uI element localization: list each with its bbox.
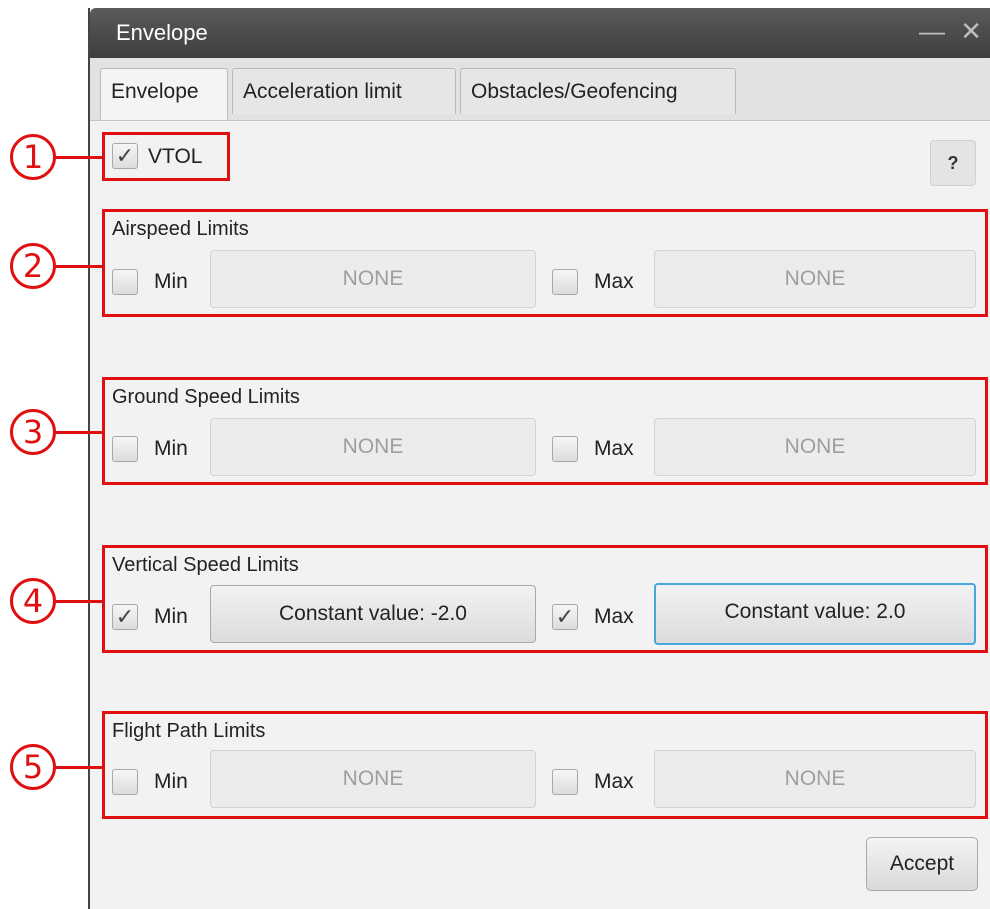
- accept-button[interactable]: Accept: [866, 837, 978, 891]
- annotation-box-airspeed: [102, 209, 988, 317]
- callout-leader: [56, 600, 102, 603]
- title-bar[interactable]: Envelope — ✕: [90, 8, 990, 58]
- annotation-box-vertical-speed: [102, 545, 988, 653]
- callout-leader: [56, 265, 102, 268]
- callout-5: 5: [10, 744, 56, 790]
- tab-envelope[interactable]: Envelope: [100, 68, 228, 120]
- help-button[interactable]: ?: [930, 140, 976, 186]
- callout-1: 1: [10, 134, 56, 180]
- callout-leader: [56, 766, 102, 769]
- annotation-box-flight-path: [102, 711, 988, 819]
- tab-obstacles-geofencing[interactable]: Obstacles/Geofencing: [460, 68, 736, 114]
- tab-acceleration-limit[interactable]: Acceleration limit: [232, 68, 456, 114]
- close-icon[interactable]: ✕: [960, 16, 986, 46]
- callout-4: 4: [10, 578, 56, 624]
- annotation-box-ground-speed: [102, 377, 988, 485]
- callout-2: 2: [10, 243, 56, 289]
- callout-3: 3: [10, 409, 56, 455]
- minimize-icon[interactable]: —: [919, 16, 949, 46]
- callout-leader: [56, 431, 102, 434]
- window-title: Envelope: [116, 20, 208, 45]
- annotation-box-vtol: [102, 132, 230, 181]
- tab-bar: Envelope Acceleration limit Obstacles/Ge…: [90, 58, 990, 121]
- callout-leader: [56, 156, 102, 159]
